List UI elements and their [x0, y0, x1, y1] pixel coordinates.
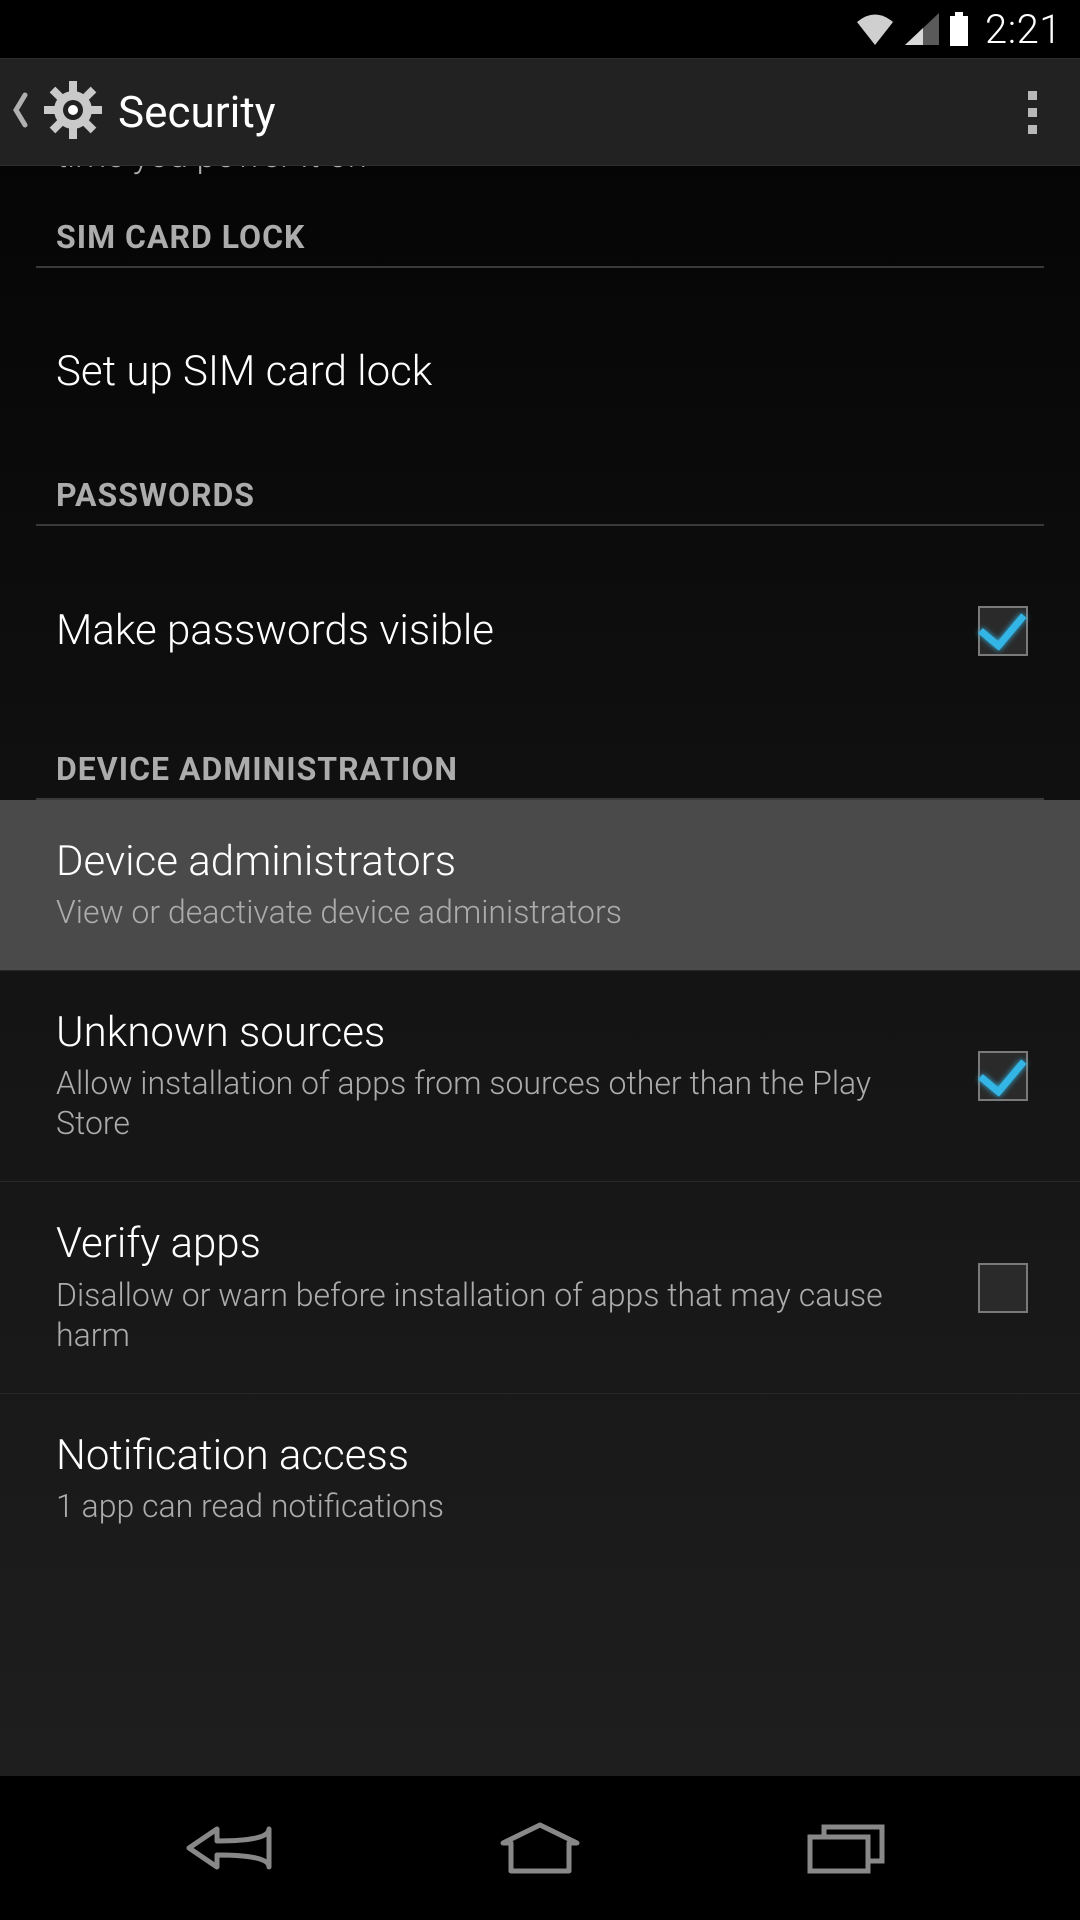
row-title: Set up SIM card lock	[56, 348, 1014, 396]
checkbox-icon[interactable]	[978, 1051, 1028, 1101]
action-bar: Security	[0, 58, 1080, 166]
encrypt-phone-description: Require a numeric PIN or password to dec…	[0, 166, 1080, 218]
row-subtitle: 1 app can read notifications	[56, 1486, 1014, 1526]
row-subtitle: Disallow or warn before installation of …	[56, 1275, 948, 1355]
section-header-sim: SIM CARD LOCK	[0, 218, 1080, 266]
overflow-menu-button[interactable]	[1004, 84, 1060, 140]
row-title: Unknown sources	[56, 1009, 948, 1057]
row-subtitle: View or deactivate device administrators	[56, 892, 1014, 932]
page-title: Security	[118, 86, 276, 138]
back-chevron-icon	[12, 92, 28, 132]
status-clock: 2:21	[985, 6, 1062, 53]
row-subtitle: Allow installation of apps from sources …	[56, 1063, 948, 1143]
row-title: Make passwords visible	[56, 607, 948, 655]
notification-access-row[interactable]: Notification access 1 app can read notif…	[0, 1394, 1080, 1564]
checkbox-icon[interactable]	[978, 1263, 1028, 1313]
settings-list: Require a numeric PIN or password to dec…	[0, 166, 1080, 1776]
wifi-icon	[855, 13, 895, 45]
action-bar-up[interactable]: Security	[0, 79, 276, 145]
navigation-bar	[0, 1776, 1080, 1920]
home-button[interactable]	[480, 1813, 600, 1883]
row-title: Notification access	[56, 1432, 1014, 1480]
make-passwords-visible-row[interactable]: Make passwords visible	[0, 568, 1080, 694]
unknown-sources-row[interactable]: Unknown sources Allow installation of ap…	[0, 971, 1080, 1182]
verify-apps-row[interactable]: Verify apps Disallow or warn before inst…	[0, 1182, 1080, 1393]
status-bar: 2:21	[0, 0, 1080, 58]
battery-icon	[949, 12, 969, 46]
recents-button[interactable]	[787, 1813, 907, 1883]
row-title: Verify apps	[56, 1220, 948, 1268]
row-title: Device administrators	[56, 838, 1014, 886]
section-header-passwords: PASSWORDS	[0, 476, 1080, 524]
section-header-device-admin: DEVICE ADMINISTRATION	[0, 750, 1080, 798]
back-button[interactable]	[173, 1813, 293, 1883]
device-administrators-row[interactable]: Device administrators View or deactivate…	[0, 800, 1080, 971]
cell-signal-icon	[905, 13, 939, 45]
sim-card-lock-row[interactable]: Set up SIM card lock	[0, 310, 1080, 434]
checkbox-icon[interactable]	[978, 606, 1028, 656]
gear-icon	[42, 79, 104, 145]
